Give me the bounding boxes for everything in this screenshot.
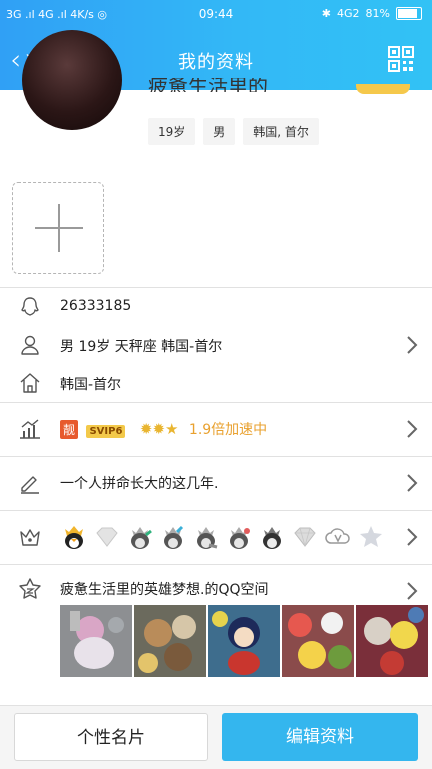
svip-badge: SVIP6 <box>86 425 126 438</box>
qzone-photo[interactable] <box>60 605 132 677</box>
bluetooth-icon: ✱ <box>321 7 332 20</box>
penguin-medal-icon <box>164 525 184 549</box>
penguin-medal-icon <box>230 527 250 549</box>
battery-icon <box>396 7 422 20</box>
status-bar: 3G .ıl 4G .ıl 4K/s ◎ 09:44 ✱ 4G2 81% <box>0 0 432 28</box>
row-signature[interactable]: 一个人拼命长大的这几年. <box>0 457 432 510</box>
chevron-right-icon <box>407 336 418 354</box>
qzone-photo[interactable] <box>356 605 428 677</box>
profile-card-button[interactable]: 个性名片 <box>14 713 208 761</box>
person-icon <box>21 335 39 355</box>
row-medals[interactable] <box>0 511 432 564</box>
profile-content: 疲惫生活里的 19岁 男 韩国, 首尔 26333185 男 19岁 天秤座 韩… <box>0 30 432 705</box>
chip-age: 19岁 <box>148 118 196 145</box>
penguin-medal-icon <box>65 526 83 549</box>
avatar[interactable] <box>22 30 122 130</box>
row-qq-number: 26333185 <box>0 288 432 326</box>
chevron-right-icon <box>407 474 418 492</box>
basic-info-text: 男 19岁 天秤座 韩国-首尔 <box>60 339 223 355</box>
edit-profile-button[interactable]: 编辑资料 <box>222 713 418 761</box>
star-medal-icon <box>360 526 382 547</box>
penguin-medal-icon <box>263 527 281 549</box>
signature-text: 一个人拼命长大的这几年. <box>60 476 219 492</box>
diamond-medal-icon <box>294 527 316 547</box>
vip-info: 靓 SVIP6 ✹✹★ 1.9倍加速中 <box>60 419 267 439</box>
qzone-photo[interactable] <box>282 605 354 677</box>
vip-badge-icon <box>356 84 410 94</box>
qzone-photos <box>60 605 428 677</box>
qzone-title: 疲惫生活里的英雄梦想.的QQ空间 <box>60 582 269 598</box>
diamond-medal-icon <box>96 527 118 547</box>
row-hometown: 韩国-首尔 <box>0 364 432 402</box>
status-battery-text: 81% <box>365 7 390 20</box>
speed-text: 1.9倍加速中 <box>188 422 268 438</box>
qq-icon <box>21 297 39 316</box>
status-network: 4G2 <box>337 7 360 20</box>
nickname: 疲惫生活里的 <box>148 78 268 92</box>
level-icons: ✹✹★ <box>139 420 179 438</box>
bottom-bar: 个性名片 编辑资料 <box>0 705 432 769</box>
chevron-right-icon <box>407 582 418 600</box>
qzone-photo[interactable] <box>208 605 280 677</box>
pencil-icon <box>21 476 39 494</box>
add-photo-button[interactable] <box>12 182 104 274</box>
hometown-text: 韩国-首尔 <box>60 377 122 393</box>
profile-chips: 19岁 男 韩国, 首尔 <box>148 118 319 145</box>
medal-list <box>60 523 385 551</box>
qzone-photo[interactable] <box>134 605 206 677</box>
row-basic-info[interactable]: 男 19岁 天秤座 韩国-首尔 <box>0 326 432 364</box>
penguin-medal-icon <box>197 527 218 549</box>
row-qzone[interactable]: 疲惫生活里的英雄梦想.的QQ空间 <box>0 565 432 685</box>
chevron-right-icon <box>407 528 418 546</box>
chip-gender: 男 <box>203 118 236 145</box>
crown-icon <box>20 529 40 546</box>
home-icon <box>20 373 40 393</box>
qq-number: 26333185 <box>60 298 132 314</box>
vip-red-badge: 靓 <box>60 420 79 439</box>
chevron-right-icon <box>407 420 418 438</box>
status-right: ✱ 4G2 81% <box>322 7 422 20</box>
level-chart-icon <box>20 419 40 439</box>
chip-location: 韩国, 首尔 <box>243 118 319 145</box>
qr-code-icon[interactable] <box>388 46 414 72</box>
star-icon <box>19 578 41 599</box>
cloud-v-medal-icon <box>325 528 350 544</box>
row-vip-level[interactable]: 靓 SVIP6 ✹✹★ 1.9倍加速中 <box>0 403 432 456</box>
penguin-medal-icon <box>131 527 152 549</box>
